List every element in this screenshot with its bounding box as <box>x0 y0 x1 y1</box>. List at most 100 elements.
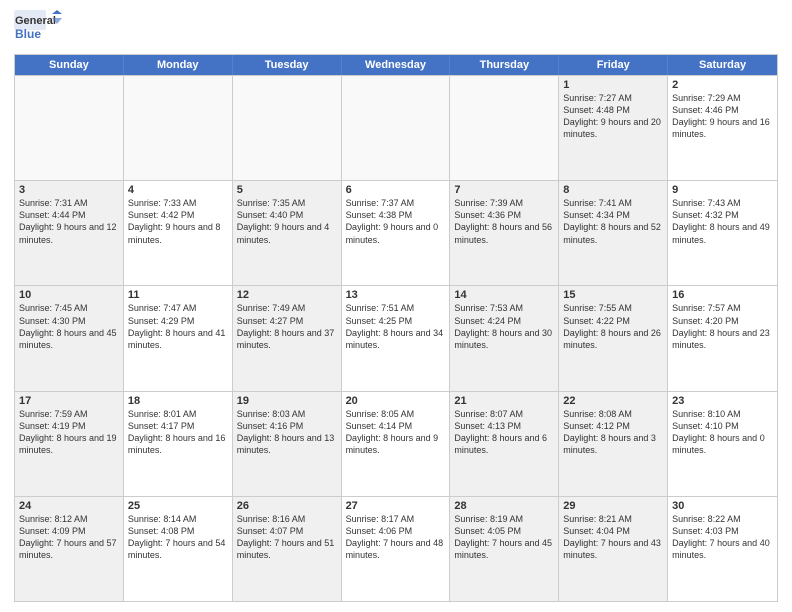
day-info: Sunrise: 7:45 AM Sunset: 4:30 PM Dayligh… <box>19 302 119 351</box>
calendar-cell: 10Sunrise: 7:45 AM Sunset: 4:30 PM Dayli… <box>15 286 124 390</box>
day-number: 8 <box>563 184 663 196</box>
weekday-header: Tuesday <box>233 55 342 75</box>
day-info: Sunrise: 8:05 AM Sunset: 4:14 PM Dayligh… <box>346 408 446 457</box>
day-info: Sunrise: 7:37 AM Sunset: 4:38 PM Dayligh… <box>346 197 446 246</box>
day-number: 28 <box>454 500 554 512</box>
calendar-row: 10Sunrise: 7:45 AM Sunset: 4:30 PM Dayli… <box>15 285 777 390</box>
calendar-cell <box>233 76 342 180</box>
calendar-cell: 11Sunrise: 7:47 AM Sunset: 4:29 PM Dayli… <box>124 286 233 390</box>
calendar-cell: 17Sunrise: 7:59 AM Sunset: 4:19 PM Dayli… <box>15 392 124 496</box>
calendar-cell: 28Sunrise: 8:19 AM Sunset: 4:05 PM Dayli… <box>450 497 559 601</box>
calendar-cell: 13Sunrise: 7:51 AM Sunset: 4:25 PM Dayli… <box>342 286 451 390</box>
day-number: 26 <box>237 500 337 512</box>
calendar-cell: 27Sunrise: 8:17 AM Sunset: 4:06 PM Dayli… <box>342 497 451 601</box>
day-number: 23 <box>672 395 773 407</box>
day-number: 22 <box>563 395 663 407</box>
day-number: 10 <box>19 289 119 301</box>
day-info: Sunrise: 7:59 AM Sunset: 4:19 PM Dayligh… <box>19 408 119 457</box>
day-number: 21 <box>454 395 554 407</box>
calendar-cell: 5Sunrise: 7:35 AM Sunset: 4:40 PM Daylig… <box>233 181 342 285</box>
day-info: Sunrise: 8:19 AM Sunset: 4:05 PM Dayligh… <box>454 513 554 562</box>
day-number: 20 <box>346 395 446 407</box>
day-info: Sunrise: 7:53 AM Sunset: 4:24 PM Dayligh… <box>454 302 554 351</box>
calendar-cell <box>342 76 451 180</box>
calendar-cell: 26Sunrise: 8:16 AM Sunset: 4:07 PM Dayli… <box>233 497 342 601</box>
calendar-cell: 23Sunrise: 8:10 AM Sunset: 4:10 PM Dayli… <box>668 392 777 496</box>
calendar-cell: 22Sunrise: 8:08 AM Sunset: 4:12 PM Dayli… <box>559 392 668 496</box>
day-number: 27 <box>346 500 446 512</box>
calendar-cell: 4Sunrise: 7:33 AM Sunset: 4:42 PM Daylig… <box>124 181 233 285</box>
calendar-cell: 14Sunrise: 7:53 AM Sunset: 4:24 PM Dayli… <box>450 286 559 390</box>
day-info: Sunrise: 7:41 AM Sunset: 4:34 PM Dayligh… <box>563 197 663 246</box>
day-info: Sunrise: 7:49 AM Sunset: 4:27 PM Dayligh… <box>237 302 337 351</box>
day-info: Sunrise: 7:43 AM Sunset: 4:32 PM Dayligh… <box>672 197 773 246</box>
day-info: Sunrise: 8:07 AM Sunset: 4:13 PM Dayligh… <box>454 408 554 457</box>
day-info: Sunrise: 8:10 AM Sunset: 4:10 PM Dayligh… <box>672 408 773 457</box>
day-info: Sunrise: 7:55 AM Sunset: 4:22 PM Dayligh… <box>563 302 663 351</box>
day-number: 29 <box>563 500 663 512</box>
calendar-cell: 1Sunrise: 7:27 AM Sunset: 4:48 PM Daylig… <box>559 76 668 180</box>
day-info: Sunrise: 8:22 AM Sunset: 4:03 PM Dayligh… <box>672 513 773 562</box>
day-number: 14 <box>454 289 554 301</box>
weekday-header: Saturday <box>668 55 777 75</box>
calendar-cell: 12Sunrise: 7:49 AM Sunset: 4:27 PM Dayli… <box>233 286 342 390</box>
weekday-header: Monday <box>124 55 233 75</box>
logo-svg: General Blue <box>14 10 64 48</box>
day-info: Sunrise: 7:57 AM Sunset: 4:20 PM Dayligh… <box>672 302 773 351</box>
calendar-cell: 19Sunrise: 8:03 AM Sunset: 4:16 PM Dayli… <box>233 392 342 496</box>
calendar-cell <box>15 76 124 180</box>
weekday-header: Sunday <box>15 55 124 75</box>
day-info: Sunrise: 8:12 AM Sunset: 4:09 PM Dayligh… <box>19 513 119 562</box>
calendar-cell: 18Sunrise: 8:01 AM Sunset: 4:17 PM Dayli… <box>124 392 233 496</box>
day-info: Sunrise: 7:33 AM Sunset: 4:42 PM Dayligh… <box>128 197 228 246</box>
day-info: Sunrise: 7:51 AM Sunset: 4:25 PM Dayligh… <box>346 302 446 351</box>
day-number: 3 <box>19 184 119 196</box>
calendar-row: 17Sunrise: 7:59 AM Sunset: 4:19 PM Dayli… <box>15 391 777 496</box>
day-number: 1 <box>563 79 663 91</box>
day-info: Sunrise: 8:03 AM Sunset: 4:16 PM Dayligh… <box>237 408 337 457</box>
calendar-cell: 24Sunrise: 8:12 AM Sunset: 4:09 PM Dayli… <box>15 497 124 601</box>
day-number: 5 <box>237 184 337 196</box>
weekday-header: Friday <box>559 55 668 75</box>
weekday-header: Thursday <box>450 55 559 75</box>
logo: General Blue <box>14 10 64 48</box>
day-info: Sunrise: 7:29 AM Sunset: 4:46 PM Dayligh… <box>672 92 773 141</box>
calendar-cell: 25Sunrise: 8:14 AM Sunset: 4:08 PM Dayli… <box>124 497 233 601</box>
calendar-cell: 7Sunrise: 7:39 AM Sunset: 4:36 PM Daylig… <box>450 181 559 285</box>
day-info: Sunrise: 7:31 AM Sunset: 4:44 PM Dayligh… <box>19 197 119 246</box>
calendar-cell: 8Sunrise: 7:41 AM Sunset: 4:34 PM Daylig… <box>559 181 668 285</box>
day-number: 15 <box>563 289 663 301</box>
day-number: 19 <box>237 395 337 407</box>
day-number: 13 <box>346 289 446 301</box>
calendar-cell: 15Sunrise: 7:55 AM Sunset: 4:22 PM Dayli… <box>559 286 668 390</box>
day-number: 25 <box>128 500 228 512</box>
calendar-cell: 30Sunrise: 8:22 AM Sunset: 4:03 PM Dayli… <box>668 497 777 601</box>
calendar-row: 24Sunrise: 8:12 AM Sunset: 4:09 PM Dayli… <box>15 496 777 601</box>
day-number: 7 <box>454 184 554 196</box>
calendar-row: 3Sunrise: 7:31 AM Sunset: 4:44 PM Daylig… <box>15 180 777 285</box>
calendar-cell <box>124 76 233 180</box>
calendar-cell: 9Sunrise: 7:43 AM Sunset: 4:32 PM Daylig… <box>668 181 777 285</box>
day-number: 17 <box>19 395 119 407</box>
day-info: Sunrise: 7:47 AM Sunset: 4:29 PM Dayligh… <box>128 302 228 351</box>
calendar-cell: 2Sunrise: 7:29 AM Sunset: 4:46 PM Daylig… <box>668 76 777 180</box>
day-number: 16 <box>672 289 773 301</box>
calendar: SundayMondayTuesdayWednesdayThursdayFrid… <box>14 54 778 602</box>
calendar-body: 1Sunrise: 7:27 AM Sunset: 4:48 PM Daylig… <box>15 75 777 601</box>
day-number: 24 <box>19 500 119 512</box>
svg-text:Blue: Blue <box>15 27 41 41</box>
svg-text:General: General <box>15 15 56 27</box>
day-info: Sunrise: 7:35 AM Sunset: 4:40 PM Dayligh… <box>237 197 337 246</box>
day-info: Sunrise: 8:01 AM Sunset: 4:17 PM Dayligh… <box>128 408 228 457</box>
calendar-cell: 6Sunrise: 7:37 AM Sunset: 4:38 PM Daylig… <box>342 181 451 285</box>
day-info: Sunrise: 8:08 AM Sunset: 4:12 PM Dayligh… <box>563 408 663 457</box>
calendar-row: 1Sunrise: 7:27 AM Sunset: 4:48 PM Daylig… <box>15 75 777 180</box>
day-info: Sunrise: 8:16 AM Sunset: 4:07 PM Dayligh… <box>237 513 337 562</box>
day-number: 4 <box>128 184 228 196</box>
day-number: 30 <box>672 500 773 512</box>
day-number: 11 <box>128 289 228 301</box>
calendar-cell: 3Sunrise: 7:31 AM Sunset: 4:44 PM Daylig… <box>15 181 124 285</box>
calendar-cell: 16Sunrise: 7:57 AM Sunset: 4:20 PM Dayli… <box>668 286 777 390</box>
calendar-header: SundayMondayTuesdayWednesdayThursdayFrid… <box>15 55 777 75</box>
calendar-cell: 21Sunrise: 8:07 AM Sunset: 4:13 PM Dayli… <box>450 392 559 496</box>
